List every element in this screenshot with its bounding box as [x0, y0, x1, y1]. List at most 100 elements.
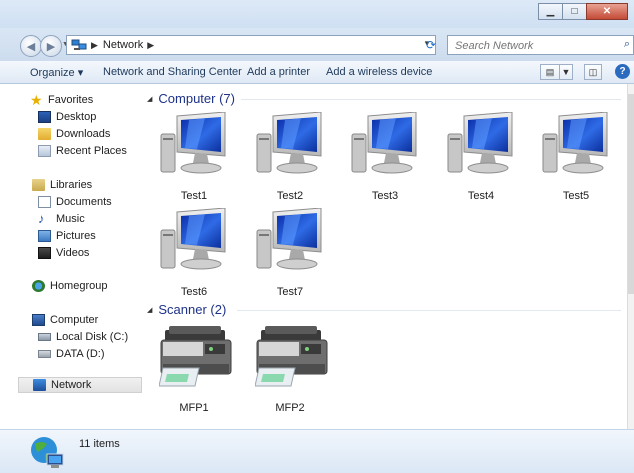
item-label: Test4 — [467, 190, 495, 202]
details-pane: 11 items — [0, 429, 634, 473]
sidebar-item-label: Recent Places — [56, 145, 127, 157]
sidebar-item-network[interactable]: Network — [18, 377, 142, 393]
drive-icon — [38, 333, 51, 341]
breadcrumb-network[interactable]: Network — [103, 39, 143, 51]
computer-icon — [32, 314, 45, 326]
search-box[interactable]: ⌕ — [447, 35, 634, 55]
computer-item[interactable]: Test2 — [245, 112, 335, 206]
scanner-item[interactable]: MFP1 — [149, 324, 239, 418]
network-sharing-center-button[interactable]: Network and Sharing Center — [103, 66, 242, 78]
close-button[interactable]: ✕ — [586, 3, 628, 20]
group-header-computer[interactable]: ◢ Computer (7) — [147, 91, 235, 106]
computer-icon — [256, 208, 322, 270]
add-printer-button[interactable]: Add a printer — [247, 66, 310, 78]
item-label: Test1 — [180, 190, 208, 202]
computer-icon — [160, 208, 226, 270]
help-button[interactable]: ? — [615, 64, 630, 79]
preview-pane-icon: ◫ — [588, 66, 598, 77]
navigation-pane: ★ Favorites Desktop Downloads Recent Pla… — [0, 84, 144, 429]
item-label: Test5 — [562, 190, 590, 202]
breadcrumb-separator-icon[interactable]: ▶ — [147, 40, 154, 51]
sidebar-item-label: Desktop — [56, 111, 97, 123]
help-icon: ? — [619, 66, 626, 77]
organize-button[interactable]: Organize ▾ — [30, 66, 83, 79]
maximize-button[interactable]: □ — [562, 3, 587, 20]
sidebar-item-label: Computer — [50, 314, 99, 326]
refresh-button[interactable]: ⟳ — [420, 36, 442, 54]
minimize-button[interactable]: ▁ — [538, 3, 563, 20]
collapse-triangle-icon[interactable]: ◢ — [147, 306, 152, 314]
forward-arrow-icon: ▶ — [46, 40, 56, 53]
network-icon — [33, 379, 46, 391]
back-arrow-icon: ◀ — [26, 40, 36, 53]
maximize-icon: □ — [571, 6, 578, 17]
sidebar-item-label: Local Disk (C:) — [56, 331, 129, 343]
network-globe-icon — [31, 437, 64, 468]
close-icon: ✕ — [602, 6, 612, 17]
scrollbar-thumb[interactable] — [628, 94, 634, 294]
videos-icon — [38, 247, 51, 259]
computer-item[interactable]: Test6 — [149, 208, 239, 302]
music-icon: ♪ — [38, 211, 45, 226]
view-icon: ▤ — [545, 66, 555, 77]
sidebar-item-label: Favorites — [48, 94, 94, 106]
forward-button[interactable]: ▶ — [40, 35, 62, 57]
recent-places-icon — [38, 145, 51, 157]
group-header-scanner[interactable]: ◢ Scanner (2) — [147, 302, 226, 317]
add-wireless-device-button[interactable]: Add a wireless device — [326, 66, 432, 78]
sidebar-item-label: Videos — [56, 247, 90, 259]
search-input[interactable] — [453, 37, 622, 55]
star-icon: ★ — [30, 92, 43, 108]
computer-icon — [447, 112, 513, 174]
computer-item[interactable]: Test5 — [531, 112, 621, 206]
chevron-down-icon: ▼ — [561, 67, 571, 77]
group-divider — [237, 310, 621, 311]
printer-icon — [255, 326, 328, 387]
computer-icon — [542, 112, 608, 174]
sidebar-item-label: Pictures — [56, 230, 96, 242]
sidebar-item-label: Downloads — [56, 128, 111, 140]
view-options-dropdown[interactable]: ▼ — [559, 64, 573, 80]
item-label: MFP1 — [179, 402, 209, 414]
desktop-icon — [38, 111, 51, 123]
collapse-triangle-icon[interactable]: ◢ — [147, 95, 152, 103]
organize-label: Organize — [30, 67, 75, 79]
vertical-scrollbar[interactable] — [627, 84, 634, 429]
command-bar: Organize ▾ Network and Sharing Center Ad… — [0, 61, 634, 84]
breadcrumb-separator-icon[interactable]: ▶ — [91, 40, 98, 51]
sidebar-item-label: Music — [56, 213, 85, 225]
address-bar[interactable]: ▶ Network ▶ ▼ — [66, 35, 436, 55]
group-divider — [241, 99, 621, 100]
computer-item[interactable]: Test7 — [245, 208, 335, 302]
pictures-icon — [38, 230, 51, 242]
computer-item[interactable]: Test4 — [436, 112, 526, 206]
window-controls: ▁ □ ✕ — [538, 3, 628, 20]
computer-icon — [256, 112, 322, 174]
item-count: 11 items — [79, 438, 120, 450]
address-row: ◀ ▶ ▼ ▶ Network ▶ ▼ ⟳ ⌕ — [0, 28, 634, 61]
documents-icon — [38, 196, 51, 208]
content-pane: ◢ Computer (7) ◢ Scanner (2) Test1 Test2… — [144, 84, 627, 429]
search-icon[interactable]: ⌕ — [624, 38, 630, 51]
change-view-button[interactable]: ▤ — [540, 64, 560, 80]
computer-item[interactable]: Test1 — [149, 112, 239, 206]
computer-icon — [351, 112, 417, 174]
homegroup-icon — [32, 280, 45, 292]
network-icon — [71, 39, 87, 50]
sidebar-item-label: Network — [51, 379, 92, 391]
item-label: Test3 — [371, 190, 399, 202]
preview-pane-button[interactable]: ◫ — [584, 64, 602, 80]
title-bar: ▁ □ ✕ — [0, 0, 634, 28]
minimize-icon: ▁ — [546, 6, 555, 17]
computer-item[interactable]: Test3 — [340, 112, 430, 206]
sidebar-item-label: Libraries — [50, 179, 93, 191]
sidebar-item-label: Documents — [56, 196, 112, 208]
item-label: Test6 — [180, 286, 208, 298]
back-button[interactable]: ◀ — [20, 35, 42, 57]
scanner-item[interactable]: MFP2 — [245, 324, 335, 418]
drive-icon — [38, 350, 51, 358]
libraries-icon — [32, 179, 45, 191]
sidebar-item-label: DATA (D:) — [56, 348, 105, 360]
printer-icon — [159, 326, 232, 387]
item-label: Test7 — [276, 286, 304, 298]
